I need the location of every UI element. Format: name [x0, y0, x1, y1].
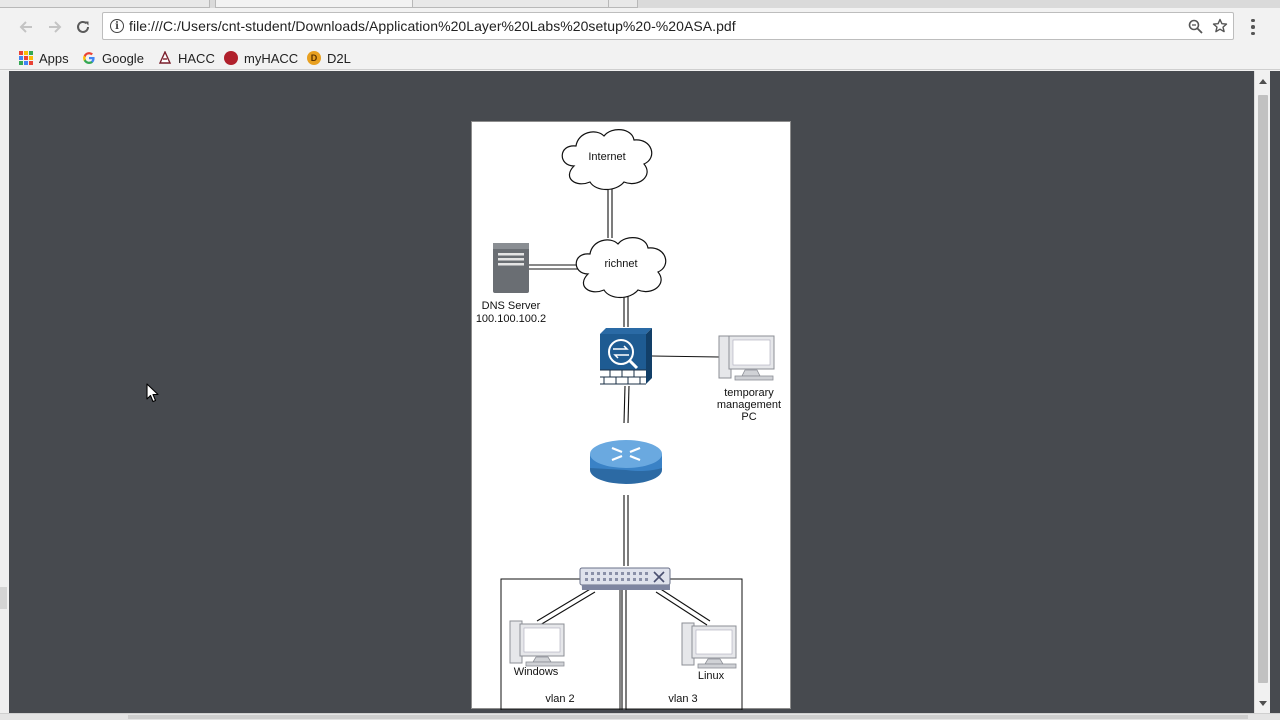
bookmark-myhacc[interactable]: myHACC [224, 48, 298, 68]
tab-active[interactable] [215, 0, 415, 8]
tab-strip [0, 0, 1280, 8]
viewer-right-edge [1270, 71, 1280, 720]
reload-icon [77, 20, 89, 33]
bookmarks-bar: Apps Google HACC myHACC D D2L [0, 46, 1280, 70]
vertical-scrollbar[interactable] [1254, 71, 1270, 713]
horizontal-scrollbar[interactable] [0, 713, 1280, 720]
tab-previous[interactable] [0, 0, 210, 8]
back-arrow-icon [19, 21, 32, 33]
url-text[interactable]: file:///C:/Users/cnt-student/Downloads/A… [129, 18, 736, 34]
desktop-pc-icon [509, 620, 565, 667]
label-mgmt-2: management [716, 399, 782, 411]
google-icon [82, 51, 96, 65]
bookmark-label: Google [102, 50, 144, 66]
label-dns-ip: 100.100.100.2 [475, 313, 547, 325]
myhacc-icon [224, 51, 238, 65]
label-vlan3: vlan 3 [668, 693, 698, 705]
forward-button[interactable] [44, 16, 66, 38]
pdf-page: Internet richnet DNS Server 100.100.100.… [471, 121, 791, 710]
mouse-cursor-icon [146, 383, 160, 409]
server-icon [493, 243, 529, 293]
zoom-icon[interactable] [1186, 17, 1204, 35]
scrollbar-thumb[interactable] [1258, 95, 1268, 683]
bookmark-label: myHACC [244, 50, 299, 66]
label-linux: Linux [697, 670, 725, 682]
scroll-down-icon[interactable] [1255, 695, 1271, 711]
desktop-pc-icon [718, 335, 775, 381]
reload-button[interactable] [72, 16, 94, 38]
switch-icon [579, 567, 671, 590]
label-mgmt-1: temporary [724, 387, 774, 399]
bookmark-label: D2L [327, 50, 351, 66]
tab-next[interactable] [412, 0, 610, 8]
scroll-up-icon[interactable] [1255, 73, 1271, 89]
new-tab-button[interactable] [608, 0, 638, 8]
label-mgmt-3: PC [741, 411, 757, 423]
site-info-icon[interactable]: i [110, 19, 124, 33]
label-richnet: richnet [604, 258, 638, 270]
label-windows: Windows [513, 666, 559, 678]
address-bar[interactable]: i file:///C:/Users/cnt-student/Downloads… [102, 12, 1234, 40]
bookmark-google[interactable]: Google [82, 48, 144, 68]
bookmark-label: HACC [178, 50, 215, 66]
bookmark-star-icon[interactable] [1211, 17, 1229, 35]
d2l-icon: D [307, 51, 321, 65]
router-icon [590, 440, 662, 484]
bookmark-d2l[interactable]: D D2L [307, 48, 351, 68]
forward-arrow-icon [49, 21, 62, 33]
horizontal-scrollbar-thumb[interactable] [128, 715, 1248, 719]
label-vlan2: vlan 2 [545, 693, 575, 705]
bookmark-hacc[interactable]: HACC [158, 48, 215, 68]
hacc-icon [158, 50, 172, 65]
apps-grid-icon [19, 51, 33, 65]
firewall-icon [600, 328, 652, 385]
bookmark-apps[interactable]: Apps [19, 48, 69, 68]
browser-menu-icon[interactable] [1246, 16, 1260, 38]
desktop-pc-icon [681, 622, 737, 669]
back-button[interactable] [15, 16, 37, 38]
bookmark-label: Apps [39, 50, 69, 66]
viewer-left-gutter [0, 71, 9, 720]
label-dns-server: DNS Server [481, 300, 541, 312]
browser-toolbar: i file:///C:/Users/cnt-student/Downloads… [0, 8, 1280, 46]
label-internet: Internet [588, 151, 626, 163]
